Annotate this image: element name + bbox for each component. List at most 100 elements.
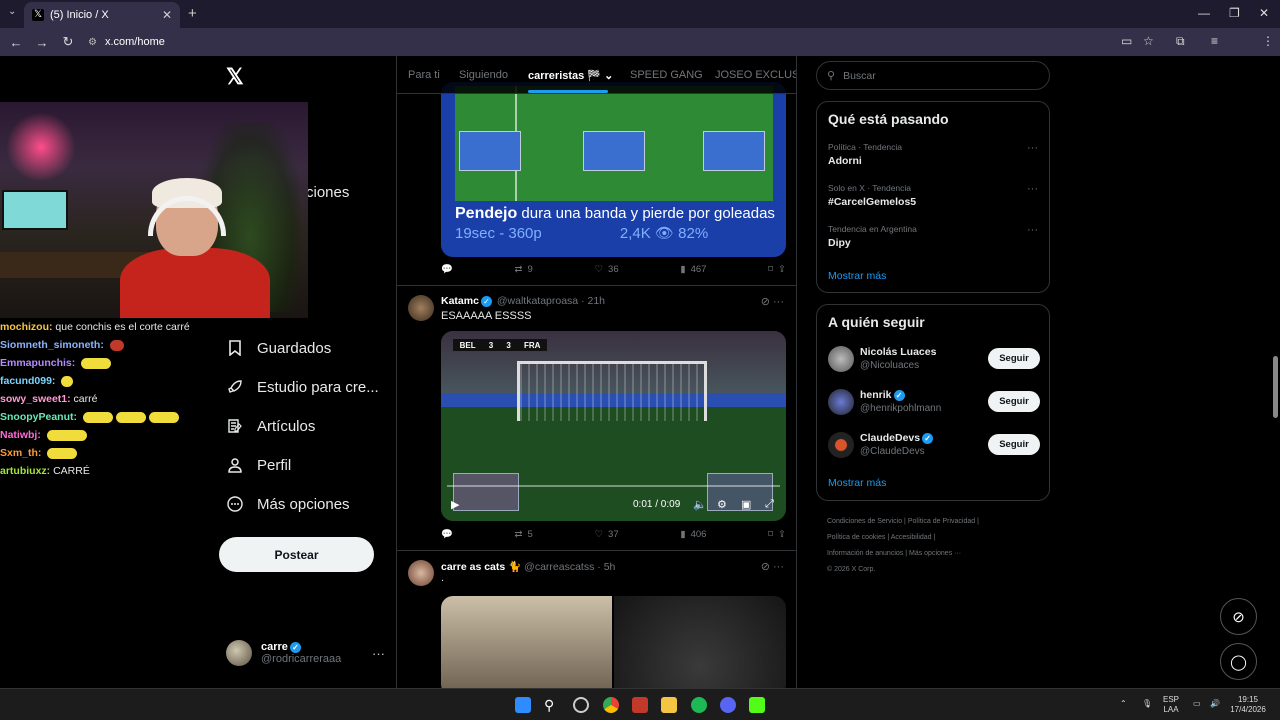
app-icon[interactable] <box>632 697 648 713</box>
bookmark-star-icon[interactable]: ☆ <box>1143 34 1154 48</box>
volume-icon[interactable]: 🔈 <box>693 498 707 511</box>
bookmark-button[interactable]: ⌑ ⇪ <box>768 529 786 540</box>
tab-joseo[interactable]: JOSEO EXCLUSIV <box>715 69 796 81</box>
post-author-name[interactable]: carre as cats <box>441 561 505 573</box>
nav-articles[interactable]: Artículos <box>226 417 315 435</box>
photo-person-camera[interactable] <box>441 596 612 688</box>
copilot-icon[interactable] <box>573 697 589 713</box>
post-author-name[interactable]: Katamc <box>441 295 479 307</box>
tab-para-ti[interactable]: Para ti <box>408 69 440 81</box>
tab-search-icon[interactable]: ⌄ <box>8 6 16 17</box>
site-info-icon[interactable]: ⚙ <box>88 37 97 48</box>
restore-icon[interactable]: ❐ <box>1229 6 1240 20</box>
language-indicator[interactable]: ESP LAA <box>1163 695 1179 715</box>
minimize-icon[interactable]: — <box>1198 6 1210 20</box>
footer-link[interactable]: Más opciones ··· <box>909 550 961 557</box>
footer-link[interactable]: Información de anuncios <box>827 550 903 557</box>
repost-button[interactable]: ⇄ 9 <box>515 264 533 275</box>
kick-icon[interactable] <box>749 697 765 713</box>
trend-item[interactable]: Política · Tendencia Adorni ··· <box>828 142 1038 167</box>
nav-profile[interactable]: Perfil <box>226 456 291 474</box>
address-bar[interactable]: ⚙ x.com/home <box>80 31 1160 53</box>
page-scrollbar[interactable] <box>1271 56 1280 688</box>
follow-button[interactable]: Seguir <box>988 348 1040 369</box>
post-media-image[interactable]: Pendejo dura una banda y pierde por gole… <box>441 82 786 257</box>
post-author-handle[interactable]: @waltkataproasa <box>497 295 578 307</box>
reply-button[interactable]: 💬 <box>441 264 453 275</box>
post-time[interactable]: 5h <box>604 561 616 573</box>
footer-link[interactable]: Política de cookies <box>827 534 885 541</box>
trends-show-more-link[interactable]: Mostrar más <box>828 270 886 282</box>
post-more-icon[interactable]: ⊘ ··· <box>761 295 784 308</box>
search-icon[interactable]: ⚲ <box>544 697 560 713</box>
views-button[interactable]: ▮ 406 <box>680 529 706 540</box>
browser-tab[interactable]: 𝕏 (5) Inicio / X ✕ <box>24 2 180 28</box>
new-tab-icon[interactable]: + <box>188 5 197 22</box>
trend-more-icon[interactable]: ··· <box>1027 224 1038 236</box>
window-close-icon[interactable]: ✕ <box>1259 6 1269 20</box>
follow-show-more-link[interactable]: Mostrar más <box>828 477 886 489</box>
bookmark-button[interactable]: ⌑ ⇪ <box>768 264 786 275</box>
tab-siguiendo[interactable]: Siguiendo <box>459 69 508 81</box>
scrollbar-thumb[interactable] <box>1273 356 1278 418</box>
account-switcher[interactable]: carre ✓ @rodricarreraaa ··· <box>226 640 385 666</box>
trend-item[interactable]: Solo en X · Tendencia #CarcelGemelos5 ··… <box>828 183 1038 208</box>
pip-icon[interactable]: ▣ <box>741 498 751 511</box>
display-icon[interactable]: ▭ <box>1193 699 1201 709</box>
views-button[interactable]: ▮ 467 <box>680 264 706 275</box>
fullscreen-icon[interactable]: ⤢ <box>765 498 774 511</box>
file-explorer-icon[interactable] <box>661 697 677 713</box>
chrome-icon[interactable] <box>603 697 619 713</box>
grok-button[interactable]: ⊘ <box>1220 598 1257 635</box>
reload-icon[interactable]: ↻ <box>56 34 80 50</box>
tab-close-icon[interactable]: ✕ <box>162 8 172 22</box>
tab-carreristas[interactable]: carreristas 🏁 ⌄ <box>528 69 613 82</box>
microphone-icon[interactable]: 🎙 <box>1142 699 1152 709</box>
follow-suggestion[interactable]: ClaudeDevs ✓ @ClaudeDevs Seguir <box>828 432 1040 460</box>
post-time[interactable]: 21h <box>588 295 606 307</box>
forward-icon[interactable]: → <box>30 35 54 50</box>
messages-button[interactable]: ◯ <box>1220 643 1257 680</box>
repost-button[interactable]: ⇄ 5 <box>515 529 533 540</box>
play-icon[interactable]: ▶ <box>451 498 459 511</box>
extensions-icon[interactable]: ⧉ <box>1176 34 1185 49</box>
account-more-icon[interactable]: ··· <box>372 646 385 661</box>
search-input[interactable]: ⚲ Buscar <box>816 61 1050 90</box>
nav-notifications[interactable]: ciones <box>306 184 349 201</box>
post-author-avatar[interactable] <box>408 560 434 586</box>
like-button[interactable]: ♡ 37 <box>595 529 619 540</box>
like-button[interactable]: ♡ 36 <box>595 264 619 275</box>
nav-bookmarks[interactable]: Guardados <box>226 339 331 357</box>
footer-link[interactable]: Accesibilidad <box>891 534 932 541</box>
post-video-player[interactable]: BEL 3 3 FRA ▶ 0:01 / 0:09 🔈 ⚙ ▣ ⤢ <box>441 331 786 521</box>
footer-link[interactable]: Condiciones de Servicio <box>827 518 902 525</box>
post-author-avatar[interactable] <box>408 295 434 321</box>
trend-more-icon[interactable]: ··· <box>1027 142 1038 154</box>
trend-more-icon[interactable]: ··· <box>1027 183 1038 195</box>
back-icon[interactable]: ← <box>4 35 28 50</box>
spotify-icon[interactable] <box>691 697 707 713</box>
footer-link[interactable]: Política de Privacidad <box>908 518 975 525</box>
follow-button[interactable]: Seguir <box>988 391 1040 412</box>
reply-button[interactable]: 💬 <box>441 529 453 540</box>
post-author-handle[interactable]: @carreascatss <box>524 561 594 573</box>
video-progress-bar[interactable] <box>447 485 780 487</box>
photo-cat[interactable] <box>614 596 786 688</box>
trend-item[interactable]: Tendencia en Argentina Dipy ··· <box>828 224 1038 249</box>
tab-speed-gang[interactable]: SPEED GANG <box>630 69 703 81</box>
post-more-icon[interactable]: ⊘ ··· <box>761 560 784 573</box>
follow-button[interactable]: Seguir <box>988 434 1040 455</box>
nav-more-options[interactable]: Más opciones <box>226 495 350 513</box>
post-media-grid[interactable] <box>441 596 786 688</box>
media-icon[interactable]: ≡ <box>1211 34 1218 48</box>
nav-creator-studio[interactable]: Estudio para cre... <box>226 378 379 396</box>
tray-expand-icon[interactable]: ⌃ <box>1120 699 1127 709</box>
clock[interactable]: 19:15 17/4/2026 <box>1226 695 1270 715</box>
follow-suggestion[interactable]: henrik ✓ @henrikpohlmann Seguir <box>828 389 1040 417</box>
settings-icon[interactable]: ⚙ <box>717 498 727 511</box>
discord-icon[interactable] <box>720 697 736 713</box>
cast-icon[interactable]: ▭ <box>1121 34 1132 48</box>
x-logo-icon[interactable]: 𝕏 <box>226 64 244 90</box>
windows-start-icon[interactable] <box>515 697 531 713</box>
volume-icon[interactable]: 🔊 <box>1210 699 1220 709</box>
